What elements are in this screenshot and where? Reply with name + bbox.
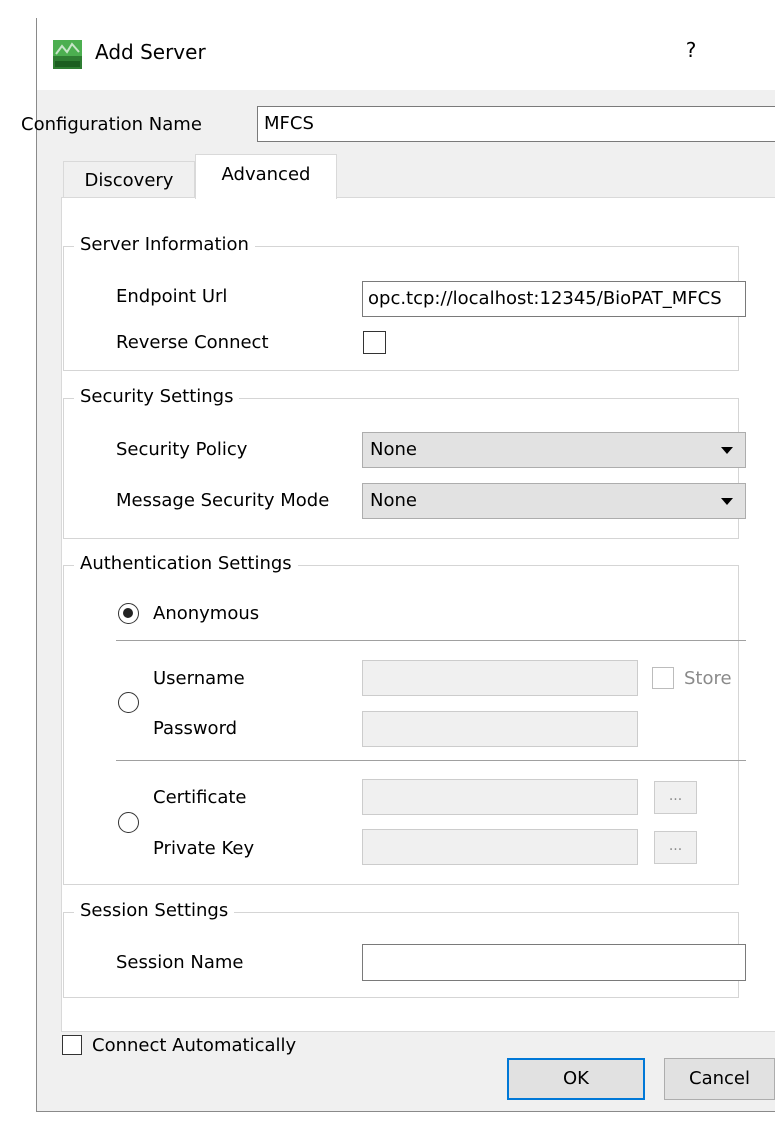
title-bar: Add Server ? <box>37 18 775 90</box>
session-settings-title: Session Settings <box>74 900 235 921</box>
security-policy-dropdown[interactable]: None <box>362 432 746 468</box>
anonymous-label: Anonymous <box>153 603 260 624</box>
username-input[interactable] <box>362 660 638 696</box>
security-policy-value: None <box>370 439 417 460</box>
username-radio[interactable] <box>118 692 139 713</box>
endpoint-url-input[interactable]: opc.tcp://localhost:12345/BioPAT_MFCS <box>362 281 746 317</box>
chevron-down-icon <box>721 498 733 505</box>
certificate-browse-button[interactable]: ... <box>654 781 697 814</box>
session-name-label: Session Name <box>116 952 244 973</box>
dialog-title: Add Server <box>95 40 206 64</box>
ok-button[interactable]: OK <box>507 1058 645 1100</box>
endpoint-url-label: Endpoint Url <box>116 286 228 307</box>
cancel-button[interactable]: Cancel <box>664 1058 775 1100</box>
certificate-label: Certificate <box>153 787 247 808</box>
configuration-name-input[interactable]: MFCS <box>257 106 775 142</box>
message-security-mode-label: Message Security Mode <box>116 490 330 511</box>
tab-advanced[interactable]: Advanced <box>195 154 337 199</box>
chevron-down-icon <box>721 447 733 454</box>
configuration-name-label: Configuration Name <box>21 114 202 135</box>
certificate-radio[interactable] <box>118 812 139 833</box>
server-information-title: Server Information <box>74 234 255 255</box>
reverse-connect-label: Reverse Connect <box>116 332 269 353</box>
security-settings-title: Security Settings <box>74 386 240 407</box>
tab-discovery[interactable]: Discovery <box>63 161 195 198</box>
private-key-label: Private Key <box>153 838 255 859</box>
message-security-mode-dropdown[interactable]: None <box>362 483 746 519</box>
private-key-input[interactable] <box>362 829 638 865</box>
connect-automatically-label: Connect Automatically <box>92 1035 297 1056</box>
password-label: Password <box>153 718 238 739</box>
radio-selected-dot <box>123 608 133 618</box>
message-security-mode-value: None <box>370 490 417 511</box>
auth-separator-2 <box>116 760 746 761</box>
connect-automatically-checkbox[interactable] <box>62 1035 82 1055</box>
security-policy-label: Security Policy <box>116 439 248 460</box>
help-button[interactable]: ? <box>677 38 705 62</box>
username-label: Username <box>153 668 245 689</box>
authentication-settings-title: Authentication Settings <box>74 553 298 574</box>
anonymous-radio[interactable] <box>118 603 139 624</box>
store-checkbox[interactable] <box>652 667 674 689</box>
green-app-icon <box>53 40 82 69</box>
private-key-browse-button[interactable]: ... <box>654 831 697 864</box>
reverse-connect-checkbox[interactable] <box>363 331 386 354</box>
session-name-input[interactable] <box>362 944 746 981</box>
auth-separator <box>116 640 746 641</box>
certificate-input[interactable] <box>362 779 638 815</box>
password-input[interactable] <box>362 711 638 747</box>
store-label: Store <box>684 668 732 689</box>
